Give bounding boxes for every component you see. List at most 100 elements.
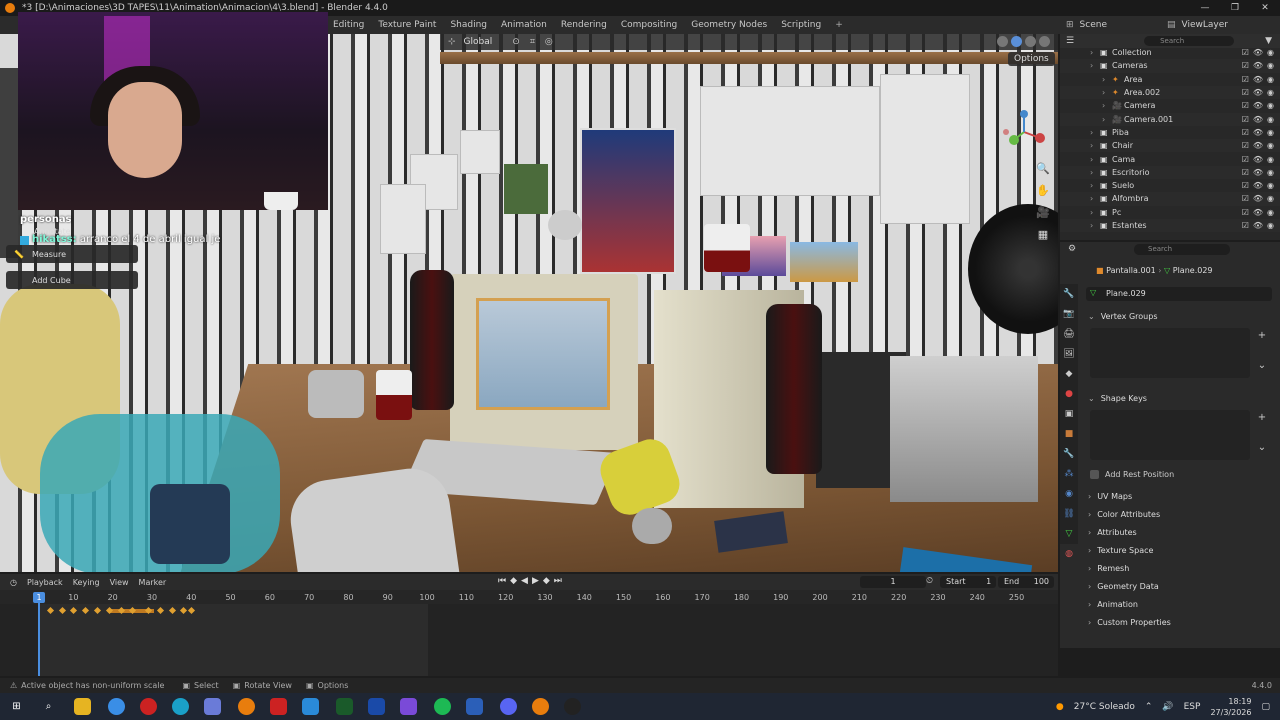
- shape-keys-panel-header[interactable]: Shape Keys: [1088, 390, 1274, 406]
- expand-arrow-icon[interactable]: ›: [1090, 208, 1093, 217]
- constraints-tab-icon[interactable]: ⛓: [1060, 504, 1078, 524]
- view-layer-selector[interactable]: ViewLayer: [1182, 20, 1228, 30]
- start-frame-field[interactable]: Start 1: [940, 576, 996, 588]
- outliner-row[interactable]: › 🎥 Camera.001 ☑ 👁 ◉: [1060, 112, 1280, 126]
- properties-editor-icon[interactable]: ⚙: [1068, 244, 1076, 254]
- tab-animation[interactable]: Animation: [494, 20, 554, 30]
- expand-arrow-icon[interactable]: ›: [1090, 61, 1093, 70]
- expand-arrow-icon[interactable]: ›: [1102, 101, 1105, 110]
- maximize-button[interactable]: ❐: [1220, 0, 1250, 16]
- expand-arrow-icon[interactable]: ›: [1090, 181, 1093, 190]
- blender-taskbar-icon[interactable]: [238, 698, 255, 715]
- camera-render-icon[interactable]: ◉: [1267, 208, 1274, 217]
- outliner-row[interactable]: › ✦ Area ☑ 👁 ◉: [1060, 73, 1280, 86]
- jump-end-icon[interactable]: ⏭: [554, 576, 562, 586]
- eye-icon[interactable]: 👁: [1253, 115, 1263, 124]
- expand-arrow-icon[interactable]: ›: [1090, 194, 1093, 203]
- checkbox-icon[interactable]: ☑: [1242, 48, 1249, 57]
- camera-render-icon[interactable]: ◉: [1267, 61, 1274, 70]
- keying-menu[interactable]: Keying: [73, 578, 100, 587]
- visibility-toggles[interactable]: ☑ 👁 ◉: [1242, 168, 1274, 177]
- color-attributes-panel-header[interactable]: Color Attributes: [1088, 506, 1274, 522]
- tab-rendering[interactable]: Rendering: [554, 20, 614, 30]
- camera-render-icon[interactable]: ◉: [1267, 128, 1274, 137]
- camera-render-icon[interactable]: ◉: [1267, 75, 1274, 84]
- checkbox-icon[interactable]: ☑: [1242, 181, 1249, 190]
- visibility-toggles[interactable]: ☑ 👁 ◉: [1242, 155, 1274, 164]
- camera-render-icon[interactable]: ◉: [1267, 194, 1274, 203]
- checkbox-icon[interactable]: ☑: [1242, 141, 1249, 150]
- tab-shading[interactable]: Shading: [443, 20, 494, 30]
- weather-text[interactable]: 27°C Soleado: [1074, 702, 1135, 712]
- grid-view-icon[interactable]: ▦: [1034, 228, 1052, 246]
- proportional-editing-icon[interactable]: ◎: [545, 37, 553, 47]
- outliner-search-input[interactable]: Search: [1144, 36, 1235, 46]
- modifier-tab-icon[interactable]: 🔧: [1060, 444, 1078, 464]
- eye-icon[interactable]: 👁: [1253, 75, 1263, 84]
- visibility-toggles[interactable]: ☑ 👁 ◉: [1242, 115, 1274, 124]
- visibility-toggles[interactable]: ☑ 👁 ◉: [1242, 128, 1274, 137]
- eye-icon[interactable]: 👁: [1253, 128, 1263, 137]
- camera-render-icon[interactable]: ◉: [1267, 181, 1274, 190]
- vertex-group-menu-icon[interactable]: ⌄: [1256, 360, 1268, 372]
- checkbox-icon[interactable]: ☑: [1242, 168, 1249, 177]
- visibility-toggles[interactable]: ☑ 👁 ◉: [1242, 61, 1274, 70]
- vertex-groups-list[interactable]: [1090, 328, 1250, 378]
- outliner-row[interactable]: › ▣ Pc ☑ 👁 ◉: [1060, 206, 1280, 219]
- clock[interactable]: 18:19 27/3/2026: [1210, 696, 1251, 718]
- filter-icon[interactable]: ▼: [1265, 36, 1272, 46]
- shape-keys-list[interactable]: [1090, 410, 1250, 460]
- view-layer-tab-icon[interactable]: 🖼: [1060, 344, 1078, 364]
- transform-orientation-dropdown[interactable]: Global: [464, 37, 493, 47]
- add-rest-position-checkbox[interactable]: Add Rest Position: [1090, 470, 1174, 479]
- volume-icon[interactable]: 🔊: [1162, 702, 1173, 712]
- uv-maps-panel-header[interactable]: UV Maps: [1088, 488, 1274, 504]
- data-tab-icon[interactable]: ▽: [1060, 524, 1078, 544]
- eye-icon[interactable]: 👁: [1253, 208, 1263, 217]
- language-indicator[interactable]: ESP: [1184, 702, 1201, 712]
- view-menu[interactable]: View: [110, 578, 129, 587]
- outliner-row[interactable]: › ▣ Piba ☑ 👁 ◉: [1060, 126, 1280, 139]
- outliner-row[interactable]: › ▣ Cama ☑ 👁 ◉: [1060, 152, 1280, 165]
- rendered-shading-icon[interactable]: [1039, 36, 1050, 47]
- visibility-toggles[interactable]: ☑ 👁 ◉: [1242, 88, 1274, 97]
- remesh-panel-header[interactable]: Remesh: [1088, 560, 1274, 576]
- mesh-datablock-field[interactable]: ▽ Plane.029: [1086, 287, 1272, 301]
- add-shape-key-button[interactable]: +: [1256, 412, 1268, 424]
- tool-tab-icon[interactable]: 🔧: [1060, 284, 1078, 304]
- marker-menu[interactable]: Marker: [139, 578, 167, 587]
- play-icon[interactable]: ▶: [532, 576, 539, 586]
- eye-icon[interactable]: 👁: [1253, 61, 1263, 70]
- eye-icon[interactable]: 👁: [1253, 181, 1263, 190]
- notifications-icon[interactable]: ▢: [1261, 702, 1270, 712]
- end-frame-field[interactable]: End 100: [998, 576, 1054, 588]
- world-tab-icon[interactable]: ●: [1060, 384, 1078, 404]
- eye-icon[interactable]: 👁: [1253, 168, 1263, 177]
- checkbox-icon[interactable]: ☑: [1242, 208, 1249, 217]
- eye-icon[interactable]: 👁: [1253, 221, 1263, 230]
- visibility-toggles[interactable]: ☑ 👁 ◉: [1242, 181, 1274, 190]
- texture-space-panel-header[interactable]: Texture Space: [1088, 542, 1274, 558]
- options-dropdown[interactable]: Options: [1008, 52, 1055, 66]
- tab-editing[interactable]: Editing: [326, 20, 371, 30]
- preview-range-icon[interactable]: ⏲: [926, 576, 933, 586]
- add-workspace-button[interactable]: +: [828, 20, 850, 30]
- checkbox-icon[interactable]: ☑: [1242, 221, 1249, 230]
- vertex-groups-panel-header[interactable]: Vertex Groups: [1088, 308, 1274, 324]
- checkbox-icon[interactable]: ☑: [1242, 115, 1249, 124]
- timeline-ruler[interactable]: 10 20 30 40 50 60 70 80 90 100 110 120 130 140 150 160 1…: [0, 590, 1058, 604]
- add-vertex-group-button[interactable]: +: [1256, 330, 1268, 342]
- camera-render-icon[interactable]: ◉: [1267, 168, 1274, 177]
- camera-render-icon[interactable]: ◉: [1267, 155, 1274, 164]
- expand-arrow-icon[interactable]: ›: [1090, 155, 1093, 164]
- blender-taskbar-icon[interactable]: [532, 698, 549, 715]
- word-icon[interactable]: [466, 698, 483, 715]
- solid-shading-icon[interactable]: [1011, 36, 1022, 47]
- wireframe-shading-icon[interactable]: [997, 36, 1008, 47]
- pan-hand-icon[interactable]: ✋: [1034, 184, 1052, 202]
- visibility-toggles[interactable]: ☑ 👁 ◉: [1242, 48, 1274, 57]
- playhead[interactable]: [38, 592, 40, 676]
- outliner-row[interactable]: › ▣ Cameras ☑ 👁 ◉: [1060, 59, 1280, 73]
- outliner-row[interactable]: › ▣ Collection ☑ 👁 ◉: [1060, 46, 1280, 59]
- tab-geometry-nodes[interactable]: Geometry Nodes: [684, 20, 774, 30]
